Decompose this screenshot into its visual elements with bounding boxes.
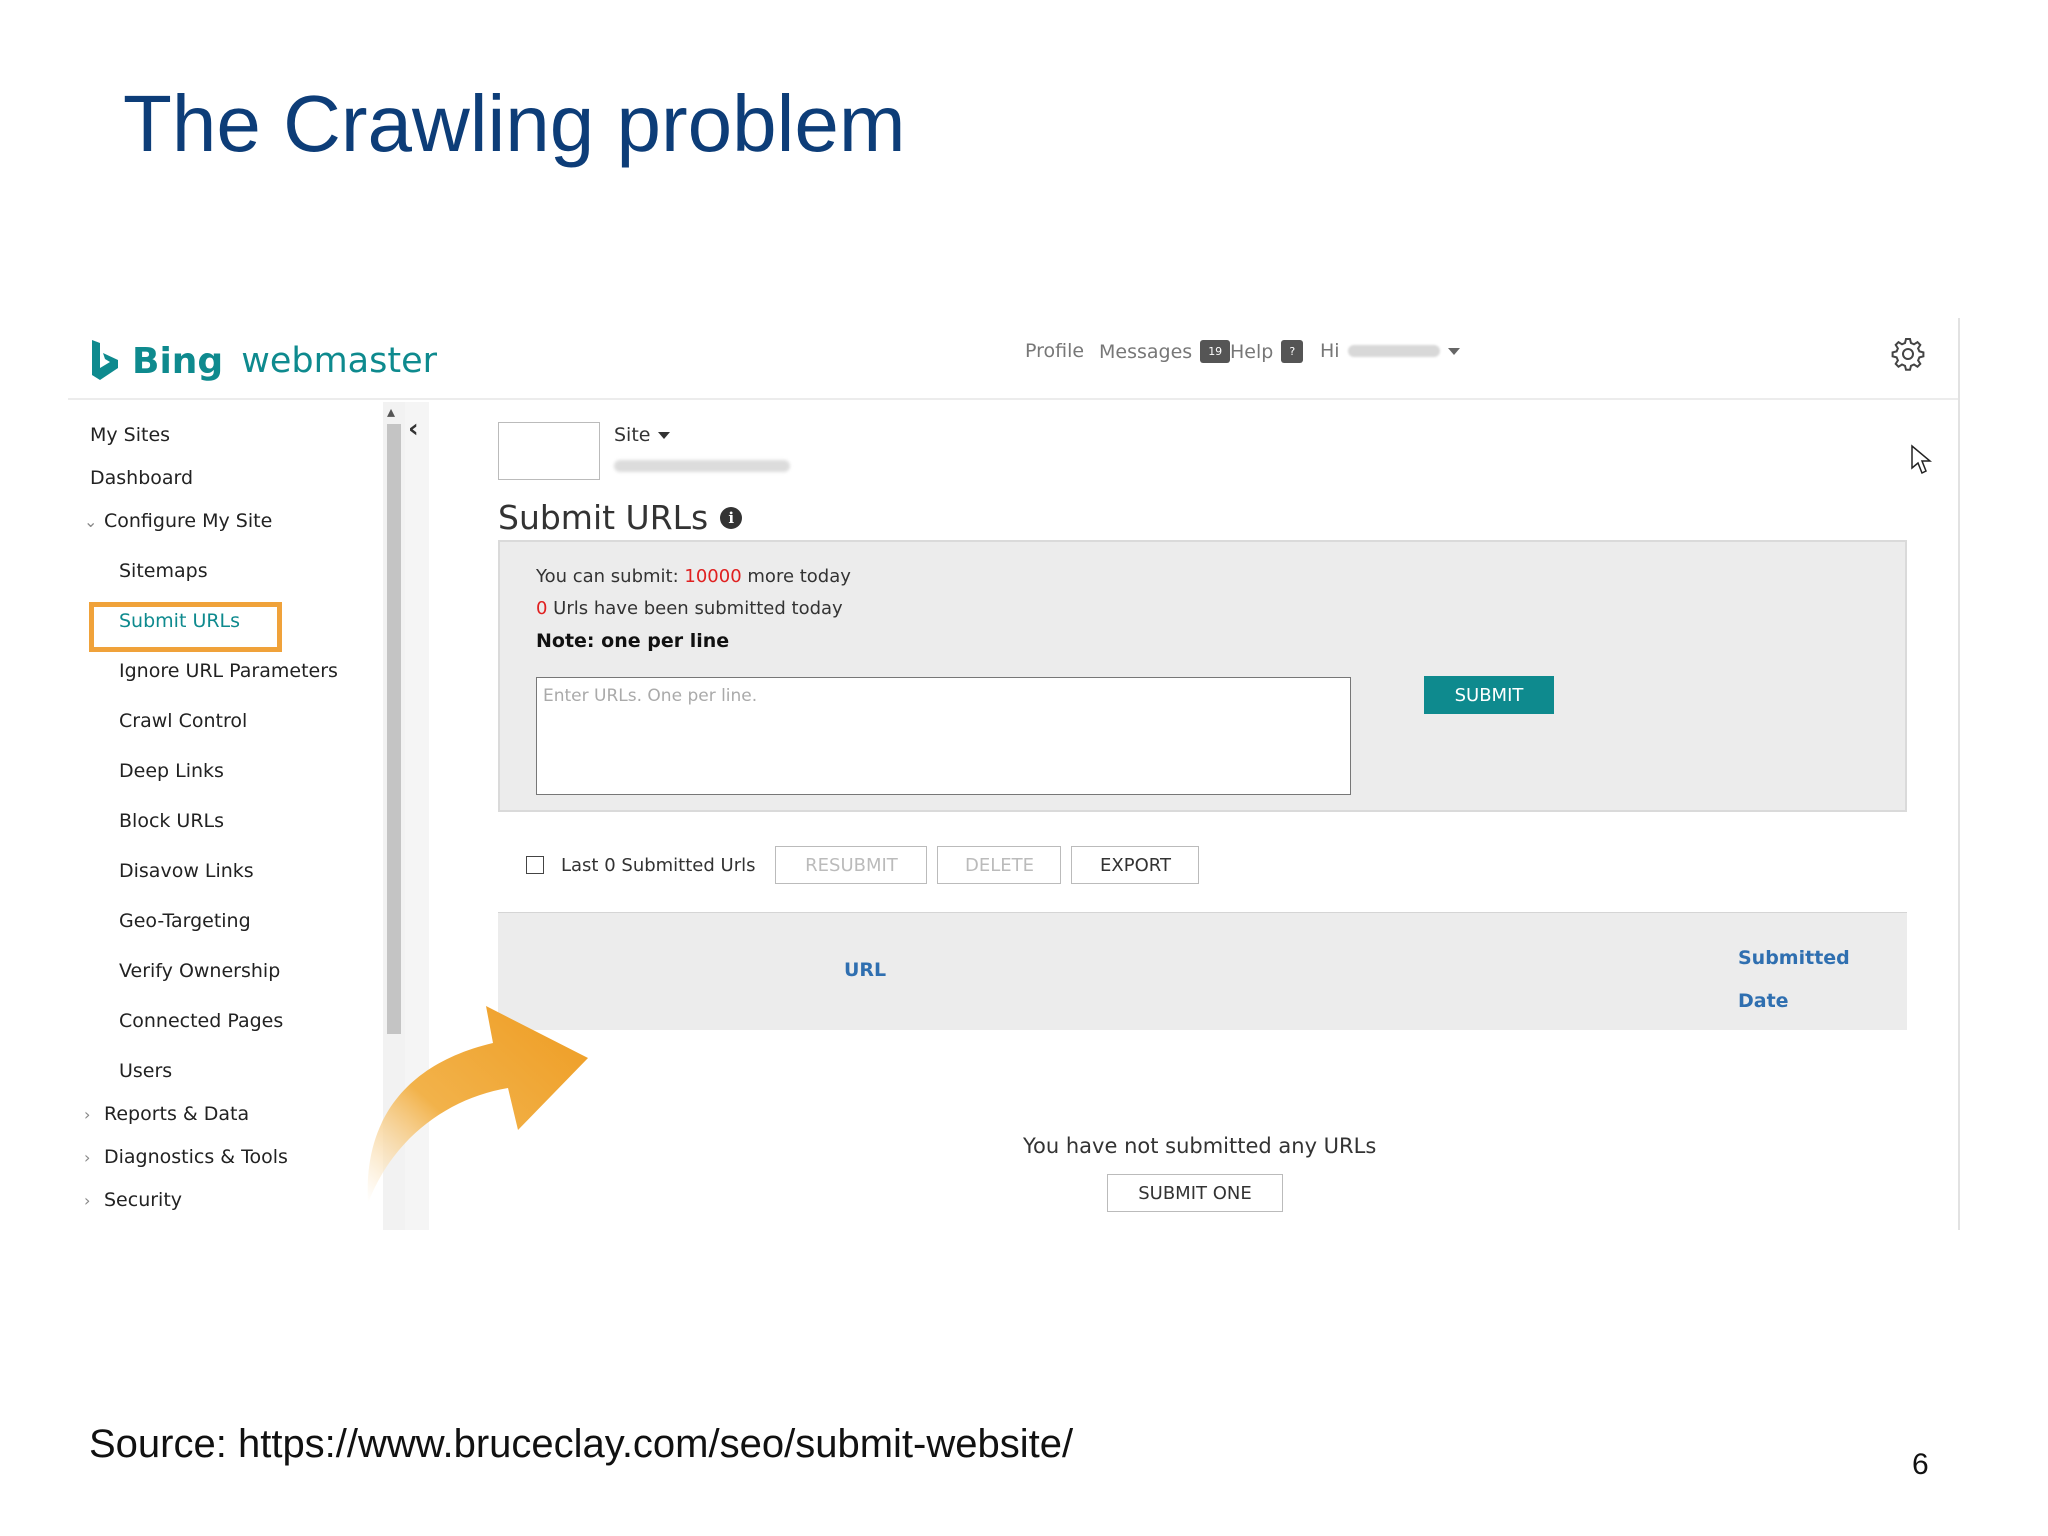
profile-link[interactable]: Profile: [1025, 340, 1084, 362]
history-toolbar: Last 0 Submitted Urls RESUBMIT DELETE EX…: [526, 846, 1200, 884]
sidebar-item-dashboard[interactable]: Dashboard: [90, 467, 193, 489]
site-selector-label: Site: [614, 424, 651, 446]
chevron-right-icon: ›: [84, 1191, 91, 1210]
sidebar-item-label: Configure My Site: [104, 510, 273, 532]
bing-b-icon: [92, 340, 118, 380]
sidebar-item-geo-targeting[interactable]: Geo-Targeting: [119, 910, 251, 932]
url-input[interactable]: [536, 677, 1351, 795]
site-thumbnail: [498, 422, 600, 480]
sidebar-item-reports-data[interactable]: › Reports & Data: [84, 1103, 249, 1125]
messages-link[interactable]: Messages 19: [1099, 340, 1231, 363]
column-header-submitted: Submitted: [1738, 947, 1850, 969]
sidebar-item-label: Diagnostics & Tools: [104, 1146, 288, 1168]
sidebar-item-label: Deep Links: [119, 760, 224, 782]
top-bar: Bing webmaster Profile Messages 19 Help …: [68, 318, 1958, 400]
user-menu[interactable]: Hi: [1320, 340, 1460, 362]
page-heading: Submit URLs i: [498, 498, 743, 537]
sidebar-item-label: Security: [104, 1189, 183, 1211]
sidebar-item-label: Ignore URL Parameters: [119, 660, 338, 682]
sidebar-item-my-sites[interactable]: My Sites: [90, 424, 170, 446]
chevron-down-icon: [658, 431, 671, 439]
callout-arrow-icon: [367, 1006, 588, 1203]
messages-label: Messages: [1099, 340, 1193, 363]
submitted-count: 0: [536, 598, 548, 619]
bing-webmaster-logo[interactable]: Bing webmaster: [90, 338, 437, 384]
quota-line: You can submit: 10000 more today: [536, 566, 851, 587]
sidebar-item-label: Geo-Targeting: [119, 910, 251, 932]
sidebar-item-connected-pages[interactable]: Connected Pages: [119, 1010, 283, 1032]
delete-button[interactable]: DELETE: [937, 846, 1062, 884]
column-header-date: Date: [1738, 990, 1789, 1012]
help-badge: ?: [1281, 340, 1304, 363]
empty-state-message: You have not submitted any URLs: [1023, 1134, 1377, 1158]
help-link[interactable]: Help ?: [1230, 340, 1304, 363]
help-label: Help: [1230, 340, 1274, 363]
chevron-right-icon: ›: [84, 1148, 91, 1167]
sidebar-item-diagnostics-tools[interactable]: › Diagnostics & Tools: [84, 1146, 288, 1168]
export-button[interactable]: EXPORT: [1071, 846, 1200, 884]
scroll-up-icon[interactable]: ▴: [387, 402, 395, 421]
sidebar-item-configure-my-site[interactable]: ⌄ Configure My Site: [84, 510, 272, 532]
submit-button[interactable]: SUBMIT: [1424, 676, 1554, 714]
scrollbar-thumb[interactable]: [387, 424, 401, 1034]
blurred-username: [1347, 345, 1440, 357]
quota-value: 10000: [684, 566, 742, 587]
column-header-url[interactable]: URL: [844, 959, 886, 981]
sidebar-item-label: Sitemaps: [119, 560, 208, 582]
last-submitted-label: Last 0 Submitted Urls: [561, 854, 756, 876]
sidebar-item-label: Reports & Data: [104, 1103, 250, 1125]
chevron-down-icon: ⌄: [84, 512, 98, 531]
gear-icon[interactable]: [1890, 336, 1926, 372]
sidebar-item-block-urls[interactable]: Block URLs: [119, 810, 224, 832]
quota-prefix: You can submit:: [536, 566, 685, 587]
submit-one-button[interactable]: SUBMIT ONE: [1107, 1174, 1283, 1212]
resubmit-button[interactable]: RESUBMIT: [775, 846, 928, 884]
messages-count-badge: 19: [1200, 340, 1231, 363]
sidebar-item-label: Connected Pages: [119, 1010, 284, 1032]
sidebar-item-users[interactable]: Users: [119, 1060, 172, 1082]
profile-label: Profile: [1025, 340, 1085, 362]
sidebar-item-label: Crawl Control: [119, 710, 248, 732]
submitted-suffix: Urls have been submitted today: [547, 598, 843, 619]
slide-title: The Crawling problem: [123, 79, 906, 168]
site-selector[interactable]: Site: [614, 424, 671, 446]
info-icon[interactable]: i: [720, 506, 743, 529]
sidebar-item-label: Disavow Links: [119, 860, 254, 882]
chevron-down-icon: [1447, 347, 1460, 355]
sidebar-item-deep-links[interactable]: Deep Links: [119, 760, 224, 782]
screenshot-right-border: [1958, 318, 1960, 1230]
sidebar-item-label: Verify Ownership: [119, 960, 281, 982]
submit-form-panel: You can submit: 10000 more today 0 Urls …: [498, 540, 1907, 812]
sidebar-item-ignore-url-parameters[interactable]: Ignore URL Parameters: [119, 660, 338, 682]
blurred-site-url: [614, 460, 790, 472]
sidebar-item-label: My Sites: [90, 424, 171, 446]
note-label: Note: one per line: [536, 630, 730, 652]
quota-suffix: more today: [741, 566, 851, 587]
sidebar-item-label: Block URLs: [119, 810, 225, 832]
sidebar-item-crawl-control[interactable]: Crawl Control: [119, 710, 247, 732]
select-all-checkbox[interactable]: [526, 856, 544, 874]
table-header: URL Submitted Date: [498, 912, 1907, 1030]
column-header-submitted-date[interactable]: Submitted Date: [1738, 937, 1850, 1023]
sidebar-item-label: Dashboard: [90, 467, 194, 489]
page-title: Submit URLs: [498, 498, 709, 537]
greeting-label: Hi: [1320, 340, 1340, 362]
source-citation: Source: https://www.bruceclay.com/seo/su…: [89, 1422, 1074, 1466]
chevron-right-icon: ›: [84, 1105, 91, 1124]
sidebar-item-disavow-links[interactable]: Disavow Links: [119, 860, 254, 882]
page-number: 6: [1912, 1448, 1929, 1481]
sidebar-item-label: Users: [119, 1060, 173, 1082]
bing-webmaster-screenshot: Bing webmaster Profile Messages 19 Help …: [68, 318, 1960, 1230]
collapse-sidebar-icon[interactable]: ‹: [408, 414, 419, 444]
sidebar-item-sitemaps[interactable]: Sitemaps: [119, 560, 208, 582]
brand-webmaster: webmaster: [241, 341, 437, 381]
brand-bing: Bing: [132, 340, 224, 382]
submit-urls-highlight-box: [89, 602, 282, 652]
sidebar-item-security[interactable]: › Security: [84, 1189, 182, 1211]
submitted-today-line: 0 Urls have been submitted today: [536, 598, 843, 619]
mouse-pointer-icon: [1911, 444, 1932, 475]
sidebar-item-verify-ownership[interactable]: Verify Ownership: [119, 960, 280, 982]
